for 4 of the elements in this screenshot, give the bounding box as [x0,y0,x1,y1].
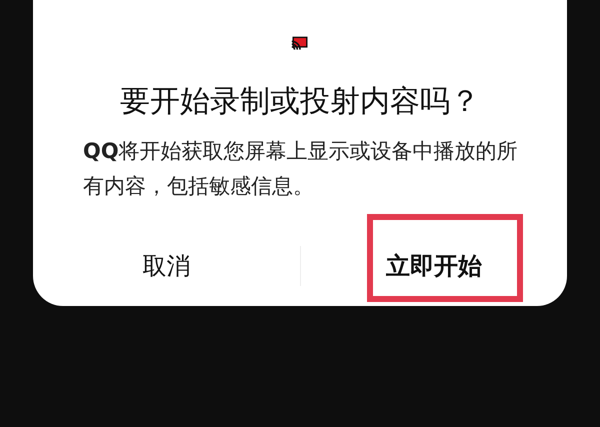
cancel-button[interactable]: 取消 [132,244,200,288]
dialog-message: QQ将开始获取您屏幕上显示或设备中播放的所有内容，包括敏感信息。 [83,138,519,200]
start-button[interactable]: 立即开始 [376,244,492,288]
dialog-title: 要开始录制或投射内容吗？ [120,83,480,121]
